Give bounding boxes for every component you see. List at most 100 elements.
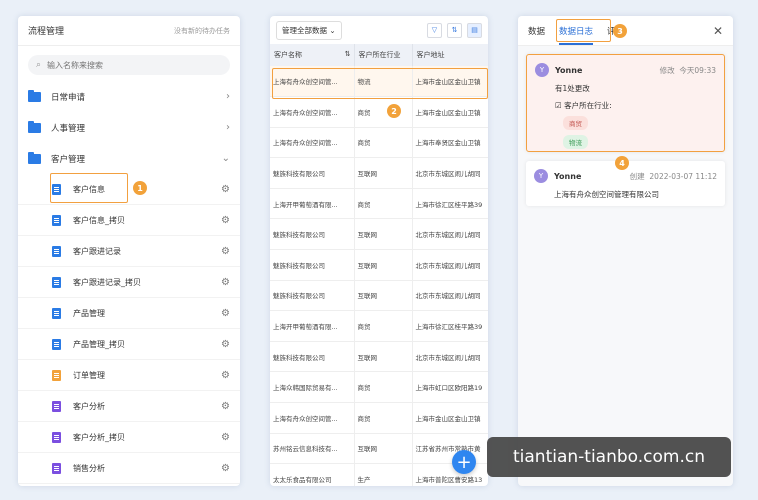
doc-icon [52,307,61,319]
table-row[interactable]: 上海众韩国际贸易有... 商贸 上海市虹口区欧阳路19 [270,371,488,404]
gear-icon[interactable]: ⚙ [221,184,230,195]
sidebar-item-label: 产品管理_拷贝 [73,339,125,349]
table-cell: 魅族科技有限公司 [270,157,355,189]
sidebar-item-label: 销售分析 [73,463,105,473]
col-header-industry[interactable]: 客户所在行业 [354,44,413,66]
sidebar-item-label: 订单管理 [73,370,105,380]
chart-icon [52,400,61,412]
user-name: Yonne [555,65,583,75]
sidebar-item[interactable]: 销售分析 ⚙ [18,453,240,484]
table-header-row: 客户名称 ⇅ 客户所在行业 客户地址 [270,44,488,66]
doc-icon [52,245,61,257]
table-cell: 北京市东城区闹儿胡同 [412,280,488,312]
table-row[interactable]: 上海有舟众创空间管... 商贸 上海市奉贤区金山卫镇 [270,127,488,159]
group-hr[interactable]: 人事管理 › [18,112,240,143]
table-row[interactable]: 魅族科技有限公司 互联网 北京市东城区闹儿胡同 [270,157,488,189]
table-cell: 江苏省苏州市常熟市黄 [412,433,488,465]
table-cell: 魅族科技有限公司 [270,280,355,312]
table-cell: 上海有舟众创空间管... [270,127,355,159]
step-badge-1: 1 [133,181,147,195]
filter-icon[interactable]: ▽ [427,22,442,38]
table-cell: 商贸 [354,96,413,128]
add-button[interactable]: + [452,450,476,474]
table-cell: 上海市徐汇区桂平路39 [412,188,488,220]
table-cell: 魅族科技有限公司 [270,341,355,373]
gear-icon[interactable]: ⚙ [221,308,230,319]
chart-icon [52,431,61,443]
sidebar-item[interactable]: 客户信息_拷贝 ⚙ [18,205,240,236]
gear-icon[interactable]: ⚙ [221,432,230,443]
table-cell: 互联网 [354,433,413,465]
search-box[interactable]: ⌕ [28,55,230,75]
table-cell: 互联网 [354,218,413,251]
table-cell: 上海市普陀区曹安路13 [412,463,488,486]
customer-table: 客户名称 ⇅ 客户所在行业 客户地址 上海有舟众创空间管... 物流 上海市金山区金… [270,44,488,486]
sidebar-item[interactable]: 客户分析 ⚙ [18,391,240,422]
gear-icon[interactable]: ⚙ [221,246,230,257]
table-cell: 生产 [354,463,413,486]
gear-icon[interactable]: ⚙ [221,277,230,288]
search-input[interactable] [47,60,218,70]
sidebar-item[interactable]: 产品管理_拷贝 ⚙ [18,329,240,360]
group-label: 人事管理 [51,123,86,134]
folder-icon [28,89,41,102]
highlight-tab [556,19,611,42]
tab-data[interactable]: 数据 [528,25,545,37]
group-daily[interactable]: 日常申请 › [18,81,240,112]
new-value-tag: 物流 [563,135,588,149]
folder-icon [28,120,41,133]
group-label: 日常申请 [51,92,86,103]
col-header-name[interactable]: 客户名称 ⇅ [270,44,355,66]
search-icon: ⌕ [36,60,42,70]
table-cell: 太太乐食品有限公司 [270,463,355,486]
col-header-address[interactable]: 客户地址 [412,44,488,66]
table-cell: 魅族科技有限公司 [270,249,355,281]
sort-icon[interactable]: ⇅ [447,22,462,38]
table-cell: 上海开甲葡萄酒有限... [270,310,355,342]
table-cell: 上海市金山区金山卫镇 [412,402,488,434]
doc-icon [52,276,61,288]
table-row[interactable]: 魅族科技有限公司 互联网 北京市东城区闹儿胡同 [270,218,488,251]
view-icon[interactable]: ▤ [467,22,482,38]
table-row[interactable]: 上海有舟众创空间管... 商贸 上海市金山区金山卫镇 [270,96,488,128]
step-badge-2: 2 [387,104,401,118]
gear-icon[interactable]: ⚙ [221,215,230,226]
todo-status[interactable]: 没有新的待办任务 [174,26,230,36]
gear-icon[interactable]: ⚙ [221,339,230,350]
record-name: 上海有舟众创空间管理有限公司 [554,190,659,199]
table-cell: 商贸 [354,402,413,434]
sidebar-item[interactable]: 客户跟进记录_拷贝 ⚙ [18,267,240,298]
table-row[interactable]: 上海开甲葡萄酒有限... 商贸 上海市徐汇区桂平路39 [270,310,488,342]
sidebar-item[interactable]: 产品管理 ⚙ [18,298,240,329]
sidebar-item-label: 客户信息_拷贝 [73,215,125,225]
table-cell: 互联网 [354,280,413,312]
detail-panel: 数据 数据日志 评论 ✕ Y Yonne 修改 今天09:33 有1处更改 ☑ … [518,16,733,486]
table-row[interactable]: 魅族科技有限公司 互联网 北京市东城区闹儿胡同 [270,341,488,373]
gear-icon[interactable]: ⚙ [221,463,230,474]
group-label: 客户管理 [51,154,86,165]
table-row[interactable]: 上海开甲葡萄酒有限... 商贸 上海市徐汇区桂平路39 [270,188,488,220]
sidebar-item[interactable]: 订单管理 ⚙ [18,360,240,391]
chevron-down-icon: ⌄ [221,153,230,164]
table-cell: 商贸 [354,188,413,220]
table-cell: 互联网 [354,249,413,281]
table-row[interactable]: 上海有舟众创空间管... 商贸 上海市金山区金山卫镇 [270,402,488,434]
close-icon[interactable]: ✕ [713,24,723,38]
doc-icon [52,338,61,350]
gear-icon[interactable]: ⚙ [221,370,230,381]
sort-icon: ⇅ [344,50,351,58]
process-header: 流程管理 没有新的待办任务 [18,16,240,46]
folder-open-icon [28,151,41,164]
gear-icon[interactable]: ⚙ [221,401,230,412]
table-row[interactable]: 魅族科技有限公司 互联网 北京市东城区闹儿胡同 [270,280,488,312]
highlight-item [50,173,128,203]
table-cell: 上海市徐汇区桂平路39 [412,310,488,342]
group-customer[interactable]: 客户管理 ⌄ [18,143,240,174]
data-scope-select[interactable]: 管理全部数据 ⌄ [276,20,342,40]
sidebar-item[interactable]: 客户跟进记录 ⚙ [18,236,240,267]
table-cell: 上海开甲葡萄酒有限... [270,188,355,220]
sidebar-item[interactable]: 客户分析_拷贝 ⚙ [18,422,240,453]
avatar: Y [534,169,548,183]
sidebar-item-label: 客户跟进记录_拷贝 [73,277,141,287]
table-row[interactable]: 魅族科技有限公司 互联网 北京市东城区闹儿胡同 [270,249,488,281]
